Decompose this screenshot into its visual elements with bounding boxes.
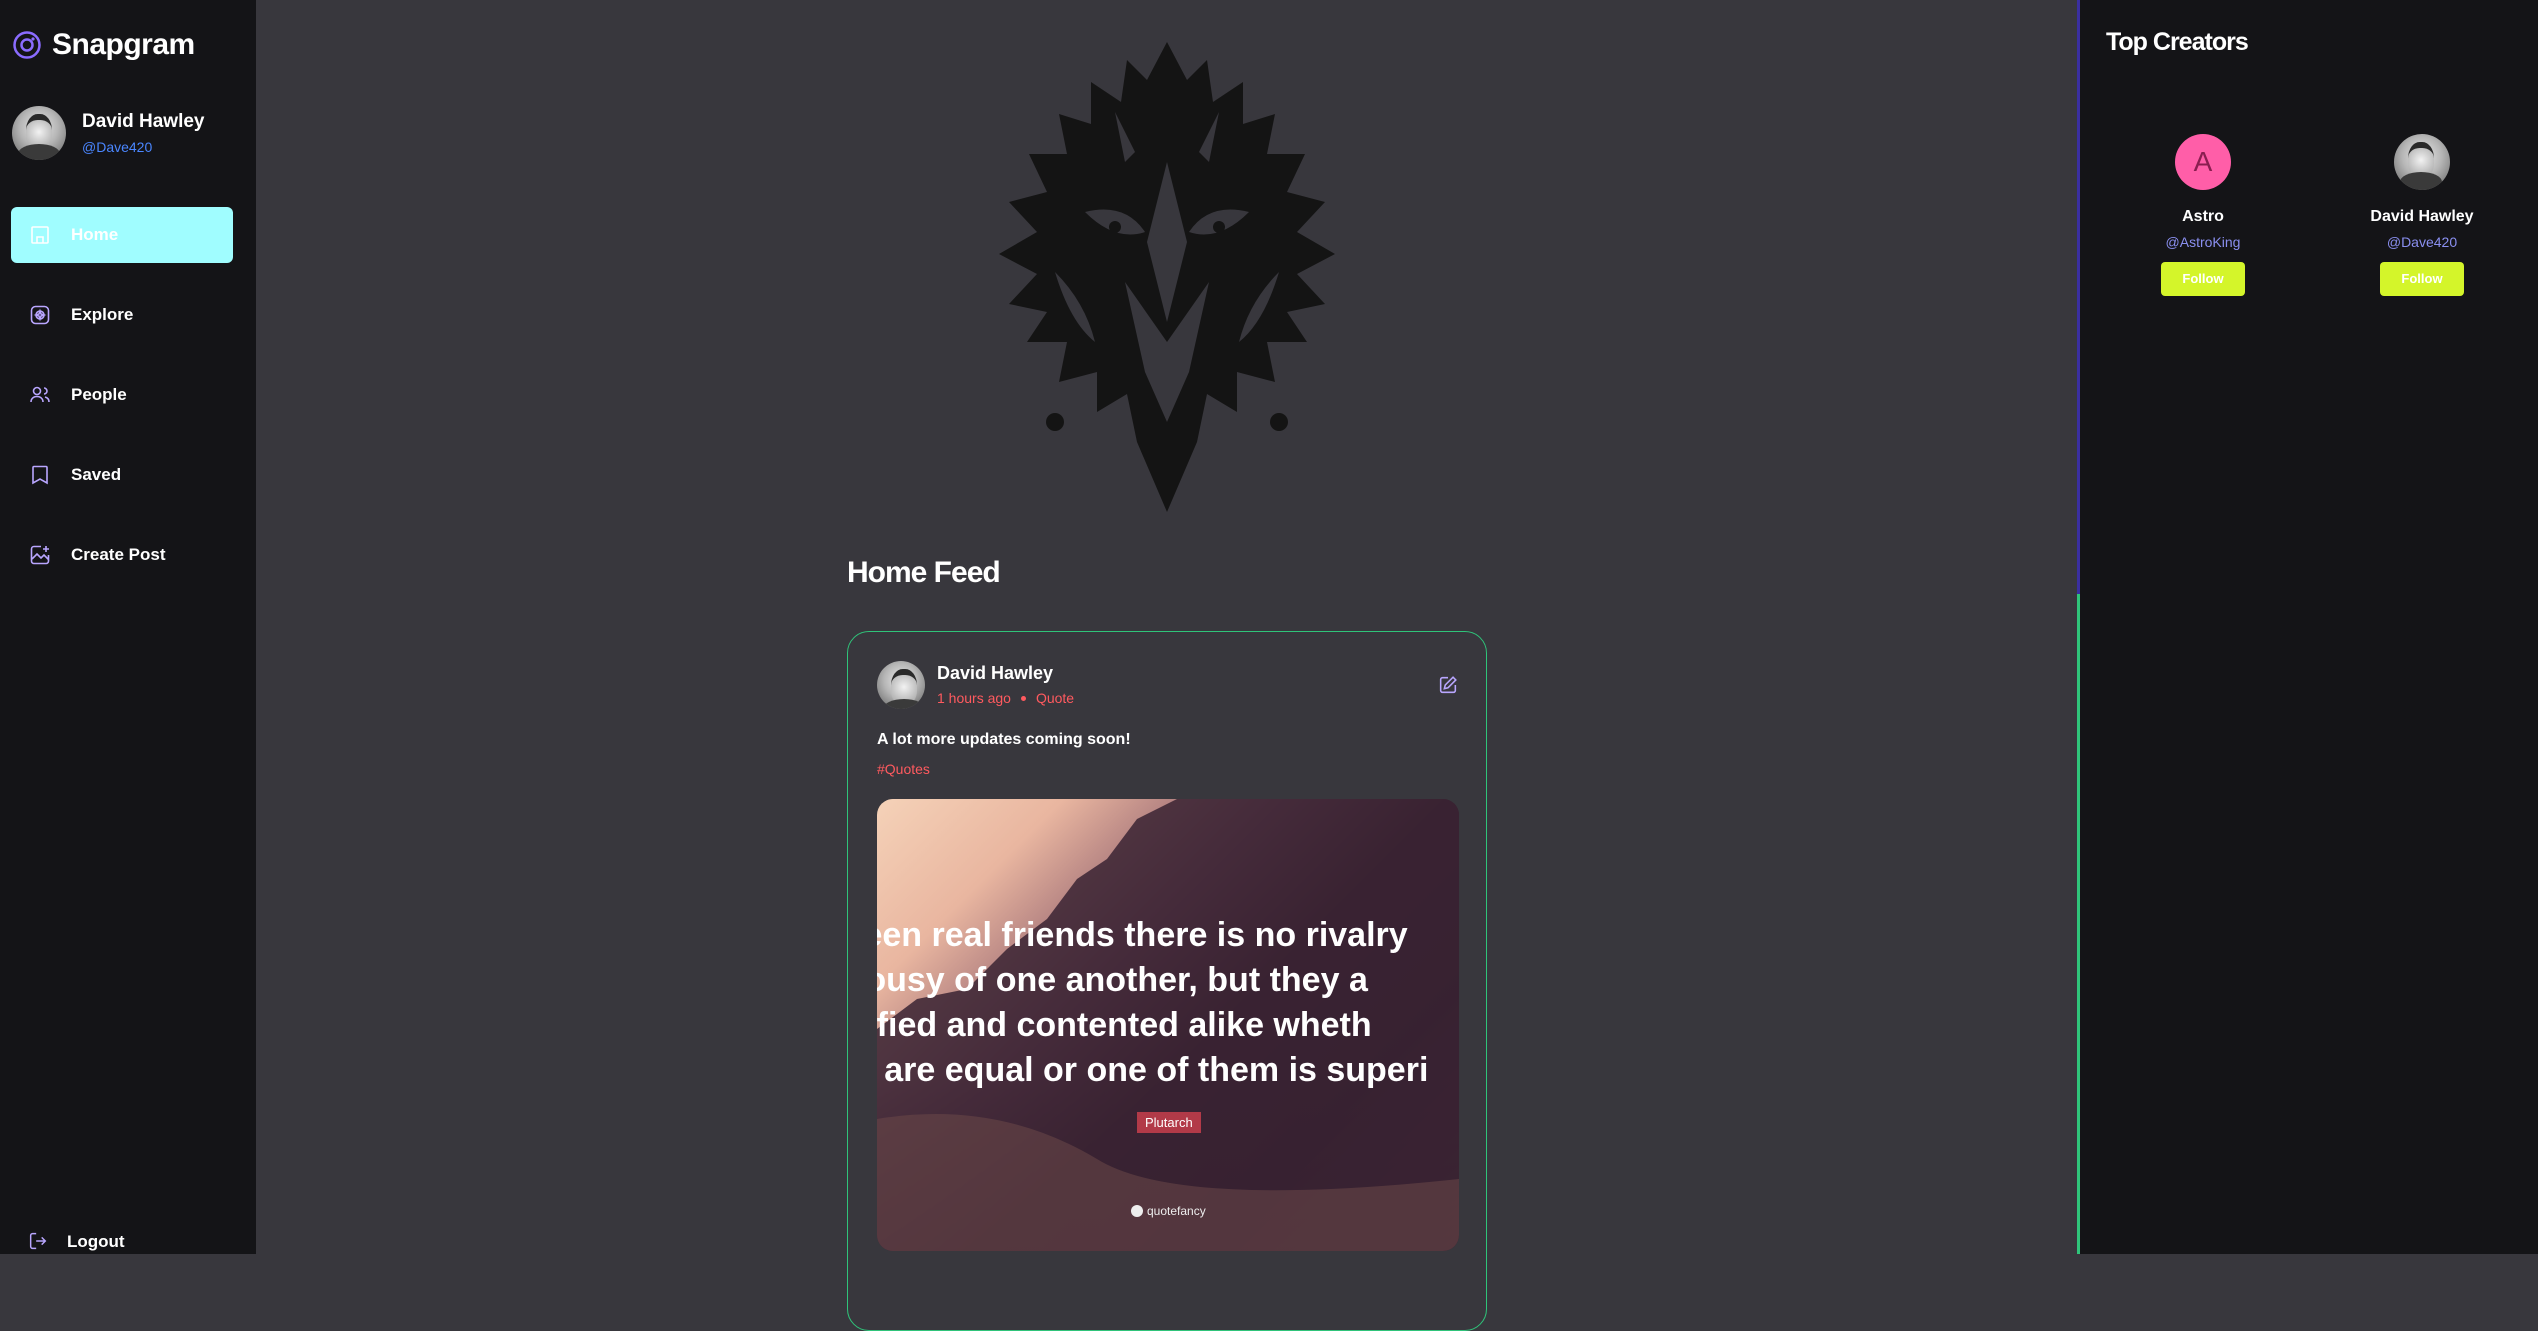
creator-card[interactable]: A Astro @AstroKing Follow <box>2123 134 2283 296</box>
sidebar-item-label: Saved <box>71 465 122 484</box>
creator-name: Astro <box>2182 208 2224 225</box>
avatar[interactable]: A <box>2175 134 2231 190</box>
profile-handle: @Dave420 <box>82 139 153 155</box>
home-icon <box>27 222 53 248</box>
bookmark-icon <box>27 462 53 488</box>
creator-card[interactable]: David Hawley @Dave420 Follow <box>2342 134 2502 296</box>
post-meta: 1 hours ago Quote <box>937 690 1074 706</box>
creator-handle: @AstroKing <box>2165 234 2241 250</box>
quote-brand: quotefancy <box>1131 1204 1206 1218</box>
sidebar-item-label: Create Post <box>71 545 166 564</box>
logout-button[interactable]: Logout <box>27 1230 125 1254</box>
follow-button[interactable]: Follow <box>2380 262 2464 296</box>
quote-author-label: Plutarch <box>1137 1112 1201 1133</box>
sidebar-item-label: Explore <box>71 305 134 324</box>
post-caption: A lot more updates coming soon! <box>877 731 1131 748</box>
post-tag[interactable]: #Quotes <box>877 761 930 777</box>
post-image[interactable]: ween real friends there is no rivalry al… <box>877 799 1459 1251</box>
quote-line: ey are equal or one of them is superi <box>877 1051 1429 1089</box>
sidebar-item-explore[interactable]: Explore <box>11 287 233 343</box>
top-creators-title: Top Creators <box>2106 28 2249 56</box>
left-sidebar: Snapgram David Hawley @Dave420 Home Expl… <box>0 0 256 1254</box>
post-time: 1 hours ago <box>937 690 1011 706</box>
sidebar-item-create-post[interactable]: Create Post <box>11 527 233 583</box>
edit-post-button[interactable] <box>1437 674 1461 698</box>
create-post-icon <box>27 542 53 568</box>
people-icon <box>27 382 53 408</box>
avatar[interactable] <box>2394 134 2450 190</box>
sidebar-item-saved[interactable]: Saved <box>11 447 233 503</box>
quote-line: alousy of one another, but they a <box>877 961 1368 999</box>
explore-icon <box>27 302 53 328</box>
sidebar-nav: Home Explore People Saved Create Post <box>11 207 233 607</box>
logout-icon <box>27 1230 51 1254</box>
eagle-banner-image <box>999 42 1335 512</box>
sidebar-item-people[interactable]: People <box>11 367 233 423</box>
post-card[interactable]: David Hawley 1 hours ago Quote A lot mor… <box>847 631 1487 1331</box>
avatar <box>877 661 925 709</box>
creator-handle: @Dave420 <box>2386 234 2458 250</box>
avatar <box>12 106 66 160</box>
creator-name: David Hawley <box>2370 208 2474 225</box>
post-author-name[interactable]: David Hawley <box>937 663 1053 684</box>
meta-separator-dot <box>1020 695 1026 701</box>
camera-logo-icon <box>13 31 41 59</box>
edit-icon <box>1439 676 1457 694</box>
profile-name: David Hawley <box>82 111 205 132</box>
profile-card[interactable]: David Hawley @Dave420 <box>12 106 205 160</box>
home-feed-title: Home Feed <box>847 556 1001 589</box>
app-logo[interactable]: Snapgram <box>12 28 195 62</box>
follow-button[interactable]: Follow <box>2161 262 2245 296</box>
post-location: Quote <box>1035 690 1075 706</box>
post-author-avatar[interactable] <box>877 661 925 709</box>
app-name: Snapgram <box>52 28 195 61</box>
brand-name: quotefancy <box>1147 1204 1206 1218</box>
sidebar-item-label: People <box>71 385 127 404</box>
brand-logo-icon <box>1131 1205 1143 1217</box>
quote-line: ween real friends there is no rivalry <box>877 916 1408 954</box>
quote-line: tisfied and contented alike wheth <box>877 1006 1372 1044</box>
logout-label: Logout <box>67 1232 125 1251</box>
sidebar-item-home[interactable]: Home <box>11 207 233 263</box>
panel-divider <box>2077 594 2080 1254</box>
quote-text: ween real friends there is no rivalry al… <box>877 913 1459 1093</box>
sidebar-item-label: Home <box>71 225 119 244</box>
panel-divider <box>2077 0 2080 594</box>
